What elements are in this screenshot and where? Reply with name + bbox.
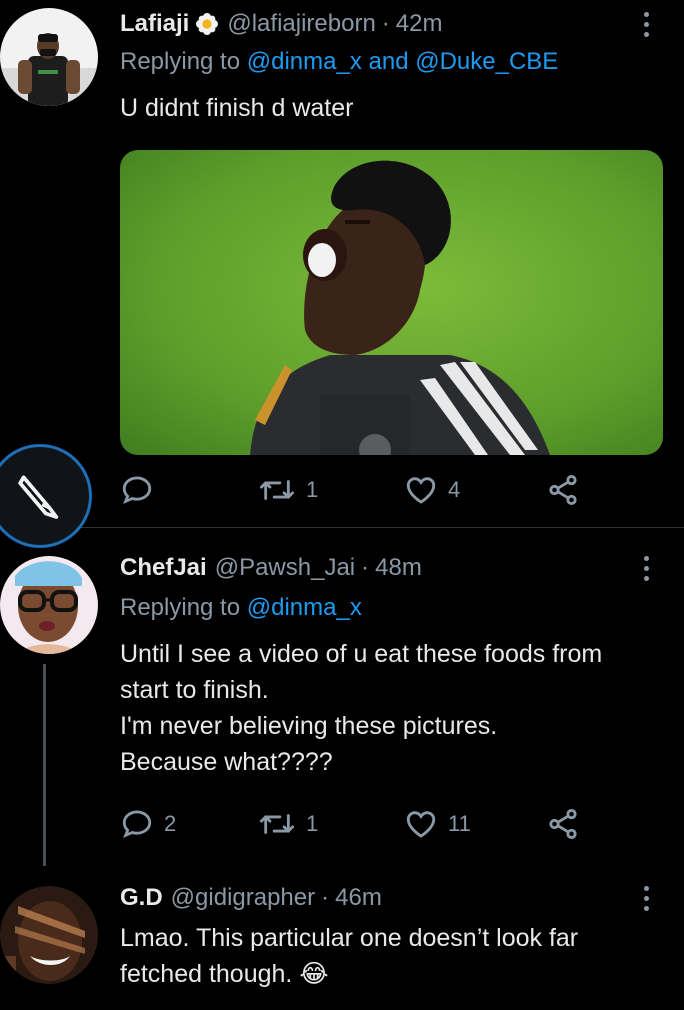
user-handle[interactable]: @Pawsh_Jai (215, 550, 355, 586)
tweet-header: ChefJai @Pawsh_Jai · 48m (120, 550, 422, 586)
flower-icon (195, 12, 219, 36)
tweet-text-line: start to finish. (120, 676, 269, 704)
laughing-emoji: 😂 (299, 960, 329, 988)
replying-to: Replying to @dinma_x (120, 590, 362, 626)
more-vertical-icon[interactable] (638, 552, 654, 584)
tweet-actions: 2 1 11 (120, 806, 600, 842)
retweet-count: 1 (306, 477, 319, 502)
tweet-text-line: Lmao. This particular one doesn’t look f… (120, 924, 579, 952)
like-button[interactable]: 11 (404, 806, 471, 842)
like-count: 11 (448, 811, 471, 836)
avatar-lafiaji[interactable] (0, 8, 98, 106)
tweet-header: G.D @gidigrapher · 46m (120, 880, 382, 916)
retweet-button[interactable]: 1 (258, 472, 318, 508)
replying-to: Replying to @dinma_x and @Duke_CBE (120, 44, 558, 80)
reply-button[interactable]: 2 (120, 806, 176, 842)
replying-prefix: Replying to (120, 48, 247, 75)
tweet-text-line: Until I see a video of u eat these foods… (120, 640, 603, 668)
tweet-text: Lmao. This particular one doesn’t look f… (120, 920, 660, 992)
tweet-actions: 1 4 (120, 472, 600, 508)
tweet-text-line: Because what???? (120, 748, 333, 776)
display-name[interactable]: G.D (120, 880, 163, 916)
more-vertical-icon[interactable] (638, 882, 654, 914)
share-button[interactable] (546, 806, 580, 842)
mention-link[interactable]: @dinma_x (247, 48, 362, 75)
mention-link[interactable]: @dinma_x (247, 594, 362, 621)
timestamp[interactable]: 48m (375, 550, 422, 586)
separator-dot: · (381, 10, 390, 37)
pencil-icon (18, 475, 59, 519)
share-icon (549, 808, 577, 840)
tweet-text-line: fetched though. 😂 (120, 956, 660, 992)
tweet-text-line-end: fetched though. (120, 960, 293, 988)
timestamp[interactable]: 46m (335, 880, 382, 916)
like-count: 4 (448, 477, 461, 502)
tweet-text: Until I see a video of u eat these foods… (120, 636, 660, 780)
separator-dot: · (321, 884, 330, 911)
tweet-divider (0, 527, 684, 528)
display-name[interactable]: Lafiaji (120, 6, 189, 42)
avatar-chefjai[interactable] (0, 556, 98, 654)
display-name[interactable]: ChefJai (120, 550, 207, 586)
reply-button[interactable] (120, 472, 154, 508)
mention-joiner: and (361, 48, 416, 75)
tweet-text-line: U didnt finish d water (120, 94, 354, 122)
retweet-icon (259, 814, 294, 834)
tweet-lafiaji[interactable]: Lafiaji @lafiajireborn · 42m Replying to… (0, 6, 684, 526)
tweet-text-line: I'm never believing these pictures. (120, 712, 498, 740)
tweet-chefjai[interactable]: ChefJai @Pawsh_Jai · 48m Replying to @di… (0, 550, 684, 870)
retweet-button[interactable]: 1 (258, 806, 318, 842)
heart-icon (406, 477, 436, 504)
timeline-feed: Lafiaji @lafiajireborn · 42m Replying to… (0, 0, 684, 1010)
tweet-text: U didnt finish d water (120, 90, 660, 126)
thread-connector (43, 664, 46, 866)
heart-icon (406, 811, 436, 838)
more-vertical-icon[interactable] (638, 8, 654, 40)
user-handle[interactable]: @gidigrapher (171, 880, 315, 916)
retweet-icon (259, 480, 294, 500)
replying-prefix: Replying to (120, 594, 247, 621)
reply-icon (122, 810, 152, 838)
share-button[interactable] (546, 472, 580, 508)
timestamp[interactable]: 42m (396, 6, 443, 42)
tweet-gd[interactable]: G.D @gidigrapher · 46m Lmao. This partic… (0, 880, 684, 1010)
tweet-header: Lafiaji @lafiajireborn · 42m (120, 6, 442, 42)
reply-icon (122, 476, 152, 504)
user-handle[interactable]: @lafiajireborn (227, 6, 375, 42)
retweet-count: 1 (306, 811, 319, 836)
mention-link[interactable]: @Duke_CBE (415, 48, 558, 75)
tweet-photo[interactable] (120, 150, 663, 455)
like-button[interactable]: 4 (404, 472, 460, 508)
share-icon (549, 474, 577, 506)
avatar-gd[interactable] (0, 886, 98, 984)
reply-count: 2 (164, 811, 177, 836)
separator-dot: · (361, 554, 370, 581)
